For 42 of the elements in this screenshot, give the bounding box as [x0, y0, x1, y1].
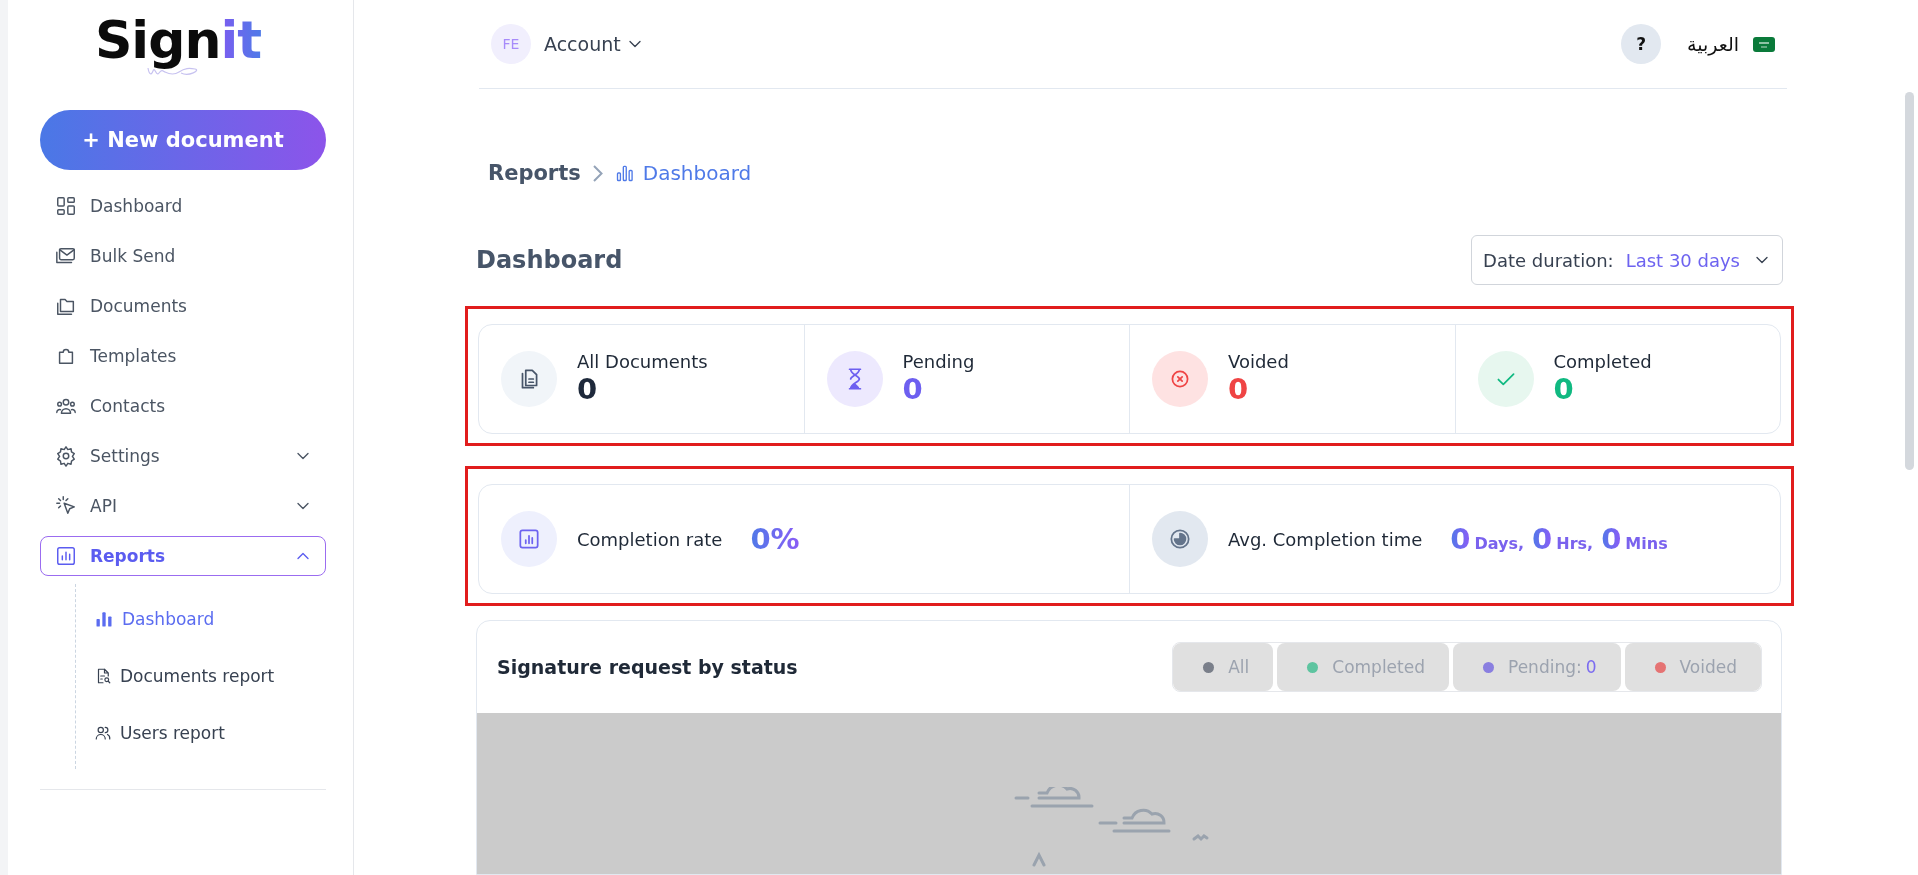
sidebar-subitem[interactable]: Documents report [94, 647, 326, 704]
sidebar-item[interactable]: Bulk Send [40, 236, 326, 276]
stat-label: Voided [1228, 351, 1289, 373]
chevron-right-icon [592, 164, 603, 182]
new-document-button[interactable]: + New document [40, 110, 326, 170]
metric-label: Avg. Completion time [1228, 528, 1423, 550]
stat-value: 0 [1228, 372, 1250, 407]
sidebar-item[interactable]: Settings [40, 436, 326, 476]
cursor-click-icon [55, 495, 77, 517]
sidebar-item[interactable]: Templates [40, 336, 326, 376]
metric-label: Completion rate [577, 528, 723, 550]
page-title: Dashboard [476, 246, 623, 274]
sidebar-subitem[interactable]: Dashboard [94, 590, 326, 647]
breadcrumb-link[interactable]: Reports [488, 161, 581, 185]
breadcrumb-link[interactable]: Dashboard [614, 161, 752, 185]
metric-unit: Mins [1625, 534, 1668, 553]
bar-chart-icon [614, 163, 635, 183]
sidebar-item[interactable]: Contacts [40, 386, 326, 426]
stat-label: All Documents [577, 351, 708, 373]
stat-label: Completed [1553, 351, 1652, 373]
sidebar-item[interactable]: Dashboard [40, 186, 326, 226]
language-link[interactable]: العربية [1687, 33, 1739, 55]
stat-value: 0 [1553, 372, 1575, 407]
sidebar-item[interactable]: API [40, 486, 326, 526]
stat-value: 0 [577, 372, 599, 407]
help-button[interactable]: ? [1621, 24, 1662, 64]
stat-value: 0 [902, 372, 924, 407]
sidebar-item[interactable]: Reports [40, 536, 326, 576]
avatar: FE [491, 24, 531, 64]
grid-icon [55, 195, 77, 217]
date-duration-select[interactable]: Date duration: Last 30 days [1471, 235, 1783, 285]
bar-chart-icon [516, 526, 542, 552]
chart-title: Signature request by status [497, 656, 798, 678]
gear-icon [55, 445, 77, 467]
bar-chart-icon [55, 545, 77, 567]
account-menu[interactable]: Account [544, 33, 645, 55]
metric-unit: Days, [1474, 534, 1525, 553]
flag-icon [1753, 36, 1775, 52]
sidebar-item[interactable]: Documents [40, 286, 326, 326]
sidebar-subitem[interactable]: Users report [94, 704, 326, 761]
metric-unit: Hrs, [1556, 534, 1594, 553]
stat-label: Pending [902, 351, 975, 373]
